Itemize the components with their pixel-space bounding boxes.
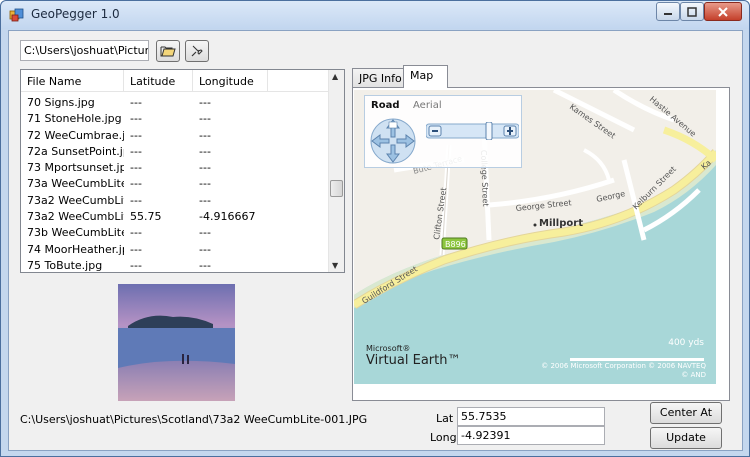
cell-latitude: ---	[130, 128, 142, 142]
cell-latitude: ---	[130, 112, 142, 126]
map-tab-panel: Kames Street Hastie Avenue Bute Terrace …	[352, 87, 730, 401]
table-row[interactable]: 72a SunsetPoint.jpg --- ---	[21, 143, 330, 159]
copyright-line-1: © 2006 Microsoft Corporation © 2006 NAVT…	[541, 362, 706, 370]
cell-latitude: ---	[130, 161, 142, 175]
long-input[interactable]: -4.92391	[457, 426, 605, 445]
center-at-button[interactable]: Center At	[650, 402, 722, 424]
tab-map[interactable]: Map	[403, 65, 448, 88]
cell-longitude: -4.916667	[199, 210, 256, 224]
app-icon	[9, 8, 24, 22]
file-list-rows: 70 Signs.jpg --- --- 71 StoneHole.jpg --- --…	[21, 94, 330, 272]
cell-latitude: ---	[130, 144, 142, 158]
map-mode-road[interactable]: Road	[371, 100, 399, 111]
window-title: GeoPegger 1.0	[31, 7, 120, 21]
client-area: C:\Users\joshuat\Pictures\ File Name Lat…	[8, 30, 743, 451]
cell-longitude: ---	[199, 242, 211, 256]
app-window: GeoPegger 1.0 C:\Users\joshuat\Pictures\	[0, 0, 750, 457]
folder-open-icon	[160, 46, 176, 57]
maximize-icon	[687, 6, 697, 17]
table-row[interactable]: 74 MoorHeather.jpg --- ---	[21, 241, 330, 257]
table-row[interactable]: 72 WeeCumbrae.jpg --- ---	[21, 127, 330, 143]
cell-longitude: ---	[199, 226, 211, 240]
close-icon	[718, 6, 728, 17]
table-row[interactable]: 75 ToBute.jpg --- ---	[21, 257, 330, 272]
scrollbar-thumb[interactable]	[330, 180, 343, 197]
cell-file-name: 72 WeeCumbrae.jpg	[27, 128, 124, 142]
update-button[interactable]: Update	[650, 427, 722, 449]
cell-longitude: ---	[199, 177, 211, 191]
map-label-millport: Millport	[539, 218, 583, 229]
cell-longitude: ---	[199, 193, 211, 207]
cell-file-name: 75 ToBute.jpg	[27, 258, 103, 272]
table-row[interactable]: 73a2 WeeCumbLit... --- ---	[21, 192, 330, 208]
geotag-button[interactable]	[185, 40, 209, 62]
cell-latitude: ---	[130, 258, 142, 272]
cell-file-name: 72a SunsetPoint.jpg	[27, 144, 124, 158]
pushpin-icon	[191, 45, 203, 57]
copyright-line-2: © AND	[681, 371, 706, 379]
tab-jpg-info[interactable]: JPG Info	[352, 68, 404, 87]
cell-longitude: ---	[199, 258, 211, 272]
file-list[interactable]: File Name Latitude Longitude 70 Signs.jp…	[20, 69, 345, 273]
zoom-slider[interactable]	[426, 122, 519, 140]
map-scale-label: 400 yds	[668, 338, 704, 348]
folder-path-input[interactable]: C:\Users\joshuat\Pictures\	[20, 40, 149, 61]
cell-file-name: 73 Mportsunset.jpg	[27, 161, 124, 175]
photo-thumbnail	[118, 284, 235, 401]
selected-file-path: C:\Users\joshuat\Pictures\Scotland\73a2 …	[20, 413, 368, 426]
long-label: Long	[430, 431, 457, 444]
cell-latitude: ---	[130, 96, 142, 109]
maximize-button[interactable]	[680, 2, 704, 21]
cell-longitude: ---	[199, 144, 211, 158]
cell-latitude: ---	[130, 226, 142, 240]
cell-longitude: ---	[199, 96, 211, 109]
map-copyright: © 2006 Microsoft Corporation © 2006 NAVT…	[541, 362, 706, 380]
column-header-filler	[268, 70, 330, 92]
cell-latitude: ---	[130, 242, 142, 256]
scale-bar	[570, 358, 704, 361]
table-row[interactable]: 73 Mportsunset.jpg --- ---	[21, 159, 330, 175]
cell-file-name: 73a2 WeeCumbLit...	[27, 210, 124, 224]
cell-file-name: 73a2 WeeCumbLit...	[27, 193, 124, 207]
minimize-icon	[664, 12, 672, 15]
file-list-scrollbar[interactable]: ▲ ▼	[328, 70, 344, 272]
file-list-header: File Name Latitude Longitude	[21, 70, 330, 92]
table-row[interactable]: 71 StoneHole.jpg --- ---	[21, 110, 330, 126]
table-row[interactable]: 70 Signs.jpg --- ---	[21, 94, 330, 110]
cell-latitude: ---	[130, 177, 142, 191]
cell-latitude: 55.75	[130, 210, 162, 224]
minimize-button[interactable]	[656, 2, 680, 21]
column-header-longitude[interactable]: Longitude	[193, 70, 268, 92]
column-header-latitude[interactable]: Latitude	[124, 70, 193, 92]
map-mode-aerial[interactable]: Aerial	[413, 100, 442, 111]
millport-marker-icon	[533, 223, 537, 227]
cell-file-name: 70 Signs.jpg	[27, 96, 95, 109]
cell-file-name: 71 StoneHole.jpg	[27, 112, 122, 126]
lat-input[interactable]: 55.7535	[457, 407, 605, 426]
scroll-up-arrow-icon[interactable]: ▲	[332, 72, 338, 81]
cell-file-name: 73b WeeCumbLite...	[27, 226, 124, 240]
title-bar: GeoPegger 1.0	[1, 1, 749, 29]
cell-latitude: ---	[130, 193, 142, 207]
table-row[interactable]: 73a2 WeeCumbLit... 55.75 -4.916667	[21, 208, 330, 224]
map-view[interactable]: Kames Street Hastie Avenue Bute Terrace …	[354, 90, 716, 384]
map-navigation-control: Road Aerial	[364, 95, 522, 168]
cell-file-name: 74 MoorHeather.jpg	[27, 242, 124, 256]
table-row[interactable]: 73b WeeCumbLite... --- ---	[21, 224, 330, 240]
cell-longitude: ---	[199, 112, 211, 126]
pan-compass-icon[interactable]	[368, 116, 418, 166]
brand-microsoft: Microsoft®	[366, 344, 411, 353]
column-header-file-name[interactable]: File Name	[21, 70, 124, 92]
scroll-down-arrow-icon[interactable]: ▼	[332, 261, 338, 270]
table-row[interactable]: 73a WeeCumbLite... --- ---	[21, 175, 330, 191]
brand-virtual-earth: Virtual Earth™	[366, 353, 461, 368]
close-button[interactable]	[704, 2, 742, 21]
cell-file-name: 73a WeeCumbLite...	[27, 177, 124, 191]
map-label-b896: B896	[445, 240, 466, 249]
cell-longitude: ---	[199, 128, 211, 142]
lat-label: Lat	[436, 412, 454, 425]
cell-longitude: ---	[199, 161, 211, 175]
open-folder-button[interactable]	[156, 40, 180, 62]
virtual-earth-logo: Microsoft® Virtual Earth™	[366, 344, 460, 368]
